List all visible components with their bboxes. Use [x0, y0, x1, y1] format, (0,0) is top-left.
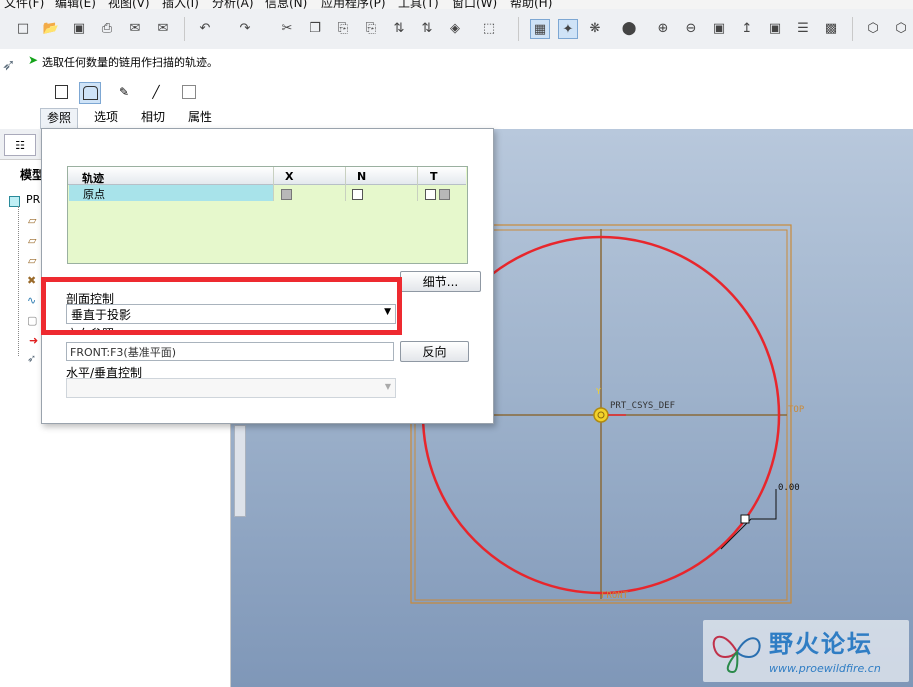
col-trajectory: 轨迹 — [82, 172, 104, 185]
menu-info[interactable]: 信息(N) — [265, 0, 307, 9]
menubar: 文件(F) 编辑(E) 视图(V) 插入(I) 分析(A) 信息(N) 应用程序… — [0, 0, 913, 9]
dimension-value[interactable]: 0.00 — [778, 483, 800, 493]
datum-points-icon[interactable]: ❋ — [586, 19, 604, 37]
paste-special-icon[interactable]: ⎘ — [362, 19, 380, 37]
horizontal-vertical-select[interactable]: ▼ — [66, 378, 396, 398]
open-icon[interactable]: 📂 — [42, 19, 60, 37]
panel-sash-handle[interactable] — [234, 425, 246, 517]
menu-help[interactable]: 帮助(H) — [510, 0, 552, 9]
tab-tangency[interactable]: 相切 — [135, 108, 171, 128]
menu-applications[interactable]: 应用程序(P) — [321, 0, 386, 9]
solid-option-icon[interactable] — [51, 82, 71, 102]
column-divider — [417, 167, 418, 201]
reorient-icon[interactable]: ↥ — [738, 19, 756, 37]
t-checkbox-start[interactable] — [425, 189, 436, 200]
column-divider — [345, 167, 346, 201]
csys-label: PRT_CSYS_DEF — [610, 401, 676, 411]
insert-here-arrow-icon[interactable]: ➜ — [29, 334, 38, 347]
x-checkbox[interactable] — [281, 189, 292, 200]
toolbar-separator — [518, 17, 519, 41]
refit-icon[interactable]: ▣ — [710, 19, 728, 37]
remove-material-icon[interactable]: ╱ — [146, 82, 166, 102]
csys-y-label: Y — [596, 387, 601, 396]
new-icon[interactable]: □ — [14, 19, 32, 37]
annotation-highlight-box — [41, 277, 402, 335]
shading-icon[interactable]: ⬤ — [614, 19, 644, 37]
save-icon[interactable]: ▣ — [70, 19, 88, 37]
top-plane-label: TOP — [788, 405, 805, 415]
surface-option-icon[interactable] — [79, 82, 101, 104]
sweep-feature-icon: ➶ — [2, 55, 16, 74]
direction-reference-field[interactable]: FRONT:F3(基准平面) — [66, 342, 394, 361]
undo-icon[interactable]: ↶ — [196, 19, 214, 37]
saved-views-icon[interactable]: ▣ — [766, 19, 784, 37]
find-icon[interactable]: ◈ — [446, 19, 464, 37]
tab-references[interactable]: 参照 — [40, 108, 79, 129]
message-prompt: 选取任何数量的链用作扫描的轨迹。 — [42, 56, 218, 69]
flip-button[interactable]: 反向 — [400, 341, 469, 362]
zoom-out-icon[interactable]: ⊖ — [682, 19, 700, 37]
watermark-url: www.proewildfire.cn — [769, 662, 881, 675]
send-mail-icon[interactable]: ✉ — [126, 19, 144, 37]
datum-axes-icon[interactable]: ✦ — [558, 19, 578, 39]
csys-marker[interactable] — [593, 407, 609, 423]
start-point-marker[interactable] — [740, 514, 750, 524]
cut-icon[interactable]: ✂ — [278, 19, 296, 37]
col-t: T — [430, 170, 438, 183]
menu-insert[interactable]: 插入(I) — [162, 0, 199, 9]
menu-tools[interactable]: 工具(T) — [398, 0, 439, 9]
model-tree-tab-icon[interactable]: ☷ — [4, 134, 36, 156]
curve-icon[interactable]: ∿ — [27, 294, 36, 307]
butterfly-logo-icon — [712, 635, 761, 674]
view-manager-icon[interactable]: ▩ — [822, 19, 840, 37]
t-checkbox-end[interactable] — [439, 189, 450, 200]
print-icon[interactable]: ⎙ — [98, 19, 116, 37]
wireframe-icon[interactable]: ⬡ — [864, 19, 882, 37]
menu-file[interactable]: 文件(F) — [4, 0, 44, 9]
col-n: N — [357, 170, 367, 183]
forum-watermark: 野火论坛 www.proewildfire.cn — [703, 620, 909, 682]
sweep-feature-icon[interactable]: ➶ — [27, 352, 36, 365]
direction-reference-value: FRONT:F3(基准平面) — [70, 346, 176, 359]
sketch-section-icon[interactable]: ✎ — [114, 82, 134, 102]
layers-icon[interactable]: ☰ — [794, 19, 812, 37]
datum-plane-icon[interactable]: ▱ — [28, 234, 36, 247]
menu-edit[interactable]: 编辑(E) — [55, 0, 96, 9]
dropdown-arrow-icon: ▼ — [384, 382, 391, 391]
datum-planes-icon[interactable]: ▦ — [530, 19, 550, 39]
redo-icon[interactable]: ↷ — [236, 19, 254, 37]
regen-manager-icon[interactable]: ⇅ — [418, 19, 436, 37]
toolbar: □ 📂 ▣ ⎙ ✉ ✉ ↶ ↷ ✂ ❐ ⎘ ⎘ ⇅ ⇅ ◈ ⬚ ▦ ✦ ❋ ⬤ … — [0, 9, 913, 50]
tree-guide-line — [18, 206, 20, 356]
front-plane-label: FRONT — [601, 591, 629, 601]
regenerate-icon[interactable]: ⇅ — [390, 19, 408, 37]
watermark-title: 野火论坛 — [769, 630, 873, 658]
n-checkbox[interactable] — [352, 189, 363, 200]
col-x: X — [285, 170, 294, 183]
select-box-icon[interactable]: ⬚ — [474, 19, 504, 37]
trajectory-table-header — [68, 167, 466, 185]
model-tree-root[interactable]: PR — [26, 193, 40, 206]
paste-icon[interactable]: ⎘ — [334, 19, 352, 37]
mail-attach-icon[interactable]: ✉ — [154, 19, 172, 37]
thicken-icon[interactable] — [179, 82, 199, 102]
menu-window[interactable]: 窗口(W) — [452, 0, 497, 9]
csys-icon[interactable]: ✖ — [27, 274, 36, 287]
hidden-line-icon[interactable]: ⬡ — [892, 19, 910, 37]
zoom-in-icon[interactable]: ⊕ — [654, 19, 672, 37]
tab-properties[interactable]: 属性 — [182, 108, 218, 128]
toolbar-separator — [184, 17, 185, 41]
tab-options[interactable]: 选项 — [88, 108, 124, 128]
feature-icon[interactable]: ▢ — [27, 314, 37, 327]
datum-plane-icon[interactable]: ▱ — [28, 214, 36, 227]
prompt-arrow-icon: ➤ — [28, 53, 39, 67]
trajectory-name[interactable]: 原点 — [83, 186, 105, 202]
column-divider — [273, 167, 274, 201]
details-button[interactable]: 细节... — [400, 271, 481, 292]
copy-icon[interactable]: ❐ — [306, 19, 324, 37]
menu-analysis[interactable]: 分析(A) — [212, 0, 254, 9]
toolbar-separator — [852, 17, 853, 41]
menu-view[interactable]: 视图(V) — [108, 0, 150, 9]
datum-plane-icon[interactable]: ▱ — [28, 254, 36, 267]
